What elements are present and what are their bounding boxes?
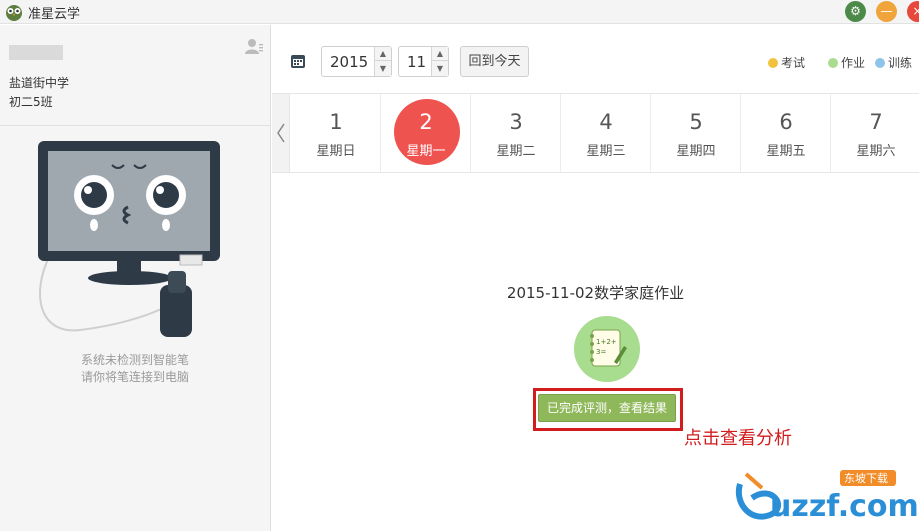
day-name: 星期二 (496, 144, 536, 159)
day-cell-sunday[interactable]: 1 星期日 (291, 94, 381, 172)
day-name: 星期三 (586, 144, 626, 159)
year-up-button[interactable]: ▲ (375, 47, 391, 61)
month-value[interactable]: 11 (407, 53, 426, 71)
day-cell-thursday[interactable]: 5 星期四 (651, 94, 741, 172)
legend-exam: 考试 (768, 54, 805, 71)
homework-notebook-icon[interactable]: 1+2+ 3= (574, 316, 640, 382)
sidebar-divider (0, 125, 270, 126)
date-toolbar: 2015 ▲ ▼ 11 ▲ ▼ 回到今天 考试 作业 训练 (272, 25, 919, 93)
week-selector: 1 星期日 2 星期一 3 星期二 4 星期三 5 星期四 6 星期五 7 星期… (272, 93, 919, 173)
back-to-today-button[interactable]: 回到今天 (460, 46, 529, 77)
annotation-text: 点击查看分析 (684, 428, 792, 449)
day-cell-saturday[interactable]: 7 星期六 (831, 94, 919, 172)
day-number: 2 (419, 110, 433, 134)
legend-exam-dot (768, 58, 778, 68)
day-number: 7 (869, 110, 883, 134)
chevron-left-icon (277, 123, 285, 143)
legend-homework-dot (828, 58, 838, 68)
year-down-button[interactable]: ▼ (375, 62, 391, 76)
legend-training: 训练 (875, 54, 912, 71)
legend-homework-label: 作业 (841, 56, 866, 70)
day-name: 星期日 (316, 144, 356, 159)
day-cell-tuesday[interactable]: 3 星期二 (471, 94, 561, 172)
month-stepper[interactable]: 11 ▲ ▼ (398, 46, 449, 77)
watermark-text: uzzf.com (770, 489, 918, 524)
day-number: 5 (689, 110, 703, 134)
minimize-button[interactable]: — (876, 1, 897, 22)
pen-not-detected-illustration (38, 141, 220, 337)
day-number: 6 (779, 110, 793, 134)
legend-training-label: 训练 (888, 56, 913, 70)
username-blurred (9, 45, 63, 60)
watermark-badge-text: 东坡下载 (844, 472, 888, 485)
svg-text:1+2+: 1+2+ (596, 338, 617, 346)
pen-status-message-line1: 系统未检测到智能笔 (80, 353, 189, 367)
close-icon: × (912, 4, 919, 18)
month-up-button[interactable]: ▲ (432, 47, 448, 61)
sidebar: 盐道街中学 初二5班 系统未检测到智能笔 请你将笔连接到电脑 (0, 25, 271, 531)
owl-logo-icon (6, 5, 22, 21)
day-cell-monday-selected[interactable]: 2 星期一 (381, 94, 471, 172)
day-number: 4 (599, 110, 613, 134)
year-stepper-arrows: ▲ ▼ (374, 47, 391, 76)
legend-homework: 作业 (828, 54, 865, 71)
month-down-button[interactable]: ▼ (432, 62, 448, 76)
class-name: 初二5班 (9, 95, 53, 109)
title-bar: 准星云学 ⚙ — × (0, 0, 919, 24)
calendar-icon[interactable] (290, 53, 306, 69)
close-button[interactable]: × (907, 1, 919, 22)
pen-status-message-line2: 请你将笔连接到电脑 (80, 370, 189, 384)
gear-icon: ⚙ (850, 4, 861, 18)
homework-panel: 2015-11-02数学家庭作业 1+2+ 3= 已完成评测，查看结果 点击查看… (272, 174, 919, 531)
day-name: 星期五 (766, 144, 806, 159)
app-title: 准星云学 (28, 7, 81, 22)
uzzf-watermark-logo: uzzf.com 东坡下载 (735, 470, 918, 524)
previous-week-button[interactable] (272, 94, 290, 172)
year-value[interactable]: 2015 (330, 53, 368, 71)
day-cell-wednesday[interactable]: 4 星期三 (561, 94, 651, 172)
day-cell-friday[interactable]: 6 星期五 (741, 94, 831, 172)
year-stepper[interactable]: 2015 ▲ ▼ (321, 46, 392, 77)
svg-text:3=: 3= (596, 348, 606, 356)
day-number: 1 (329, 110, 343, 134)
day-name: 星期四 (676, 144, 716, 159)
month-stepper-arrows: ▲ ▼ (431, 47, 448, 76)
day-name: 星期一 (406, 144, 446, 159)
day-number: 3 (509, 110, 523, 134)
settings-button[interactable]: ⚙ (845, 1, 866, 22)
app-window: 准星云学 ⚙ — × 盐道街中学 初二5班 系统未检测到智能笔 请你将笔连接到电… (0, 0, 919, 531)
homework-title: 2015-11-02数学家庭作业 (506, 284, 685, 302)
legend-exam-label: 考试 (781, 56, 806, 70)
user-profile-icon[interactable] (245, 38, 263, 54)
school-name: 盐道街中学 (9, 76, 70, 90)
minimize-icon: — (880, 4, 893, 18)
highlight-box (533, 388, 683, 431)
day-name: 星期六 (856, 144, 896, 159)
legend-training-dot (875, 58, 885, 68)
